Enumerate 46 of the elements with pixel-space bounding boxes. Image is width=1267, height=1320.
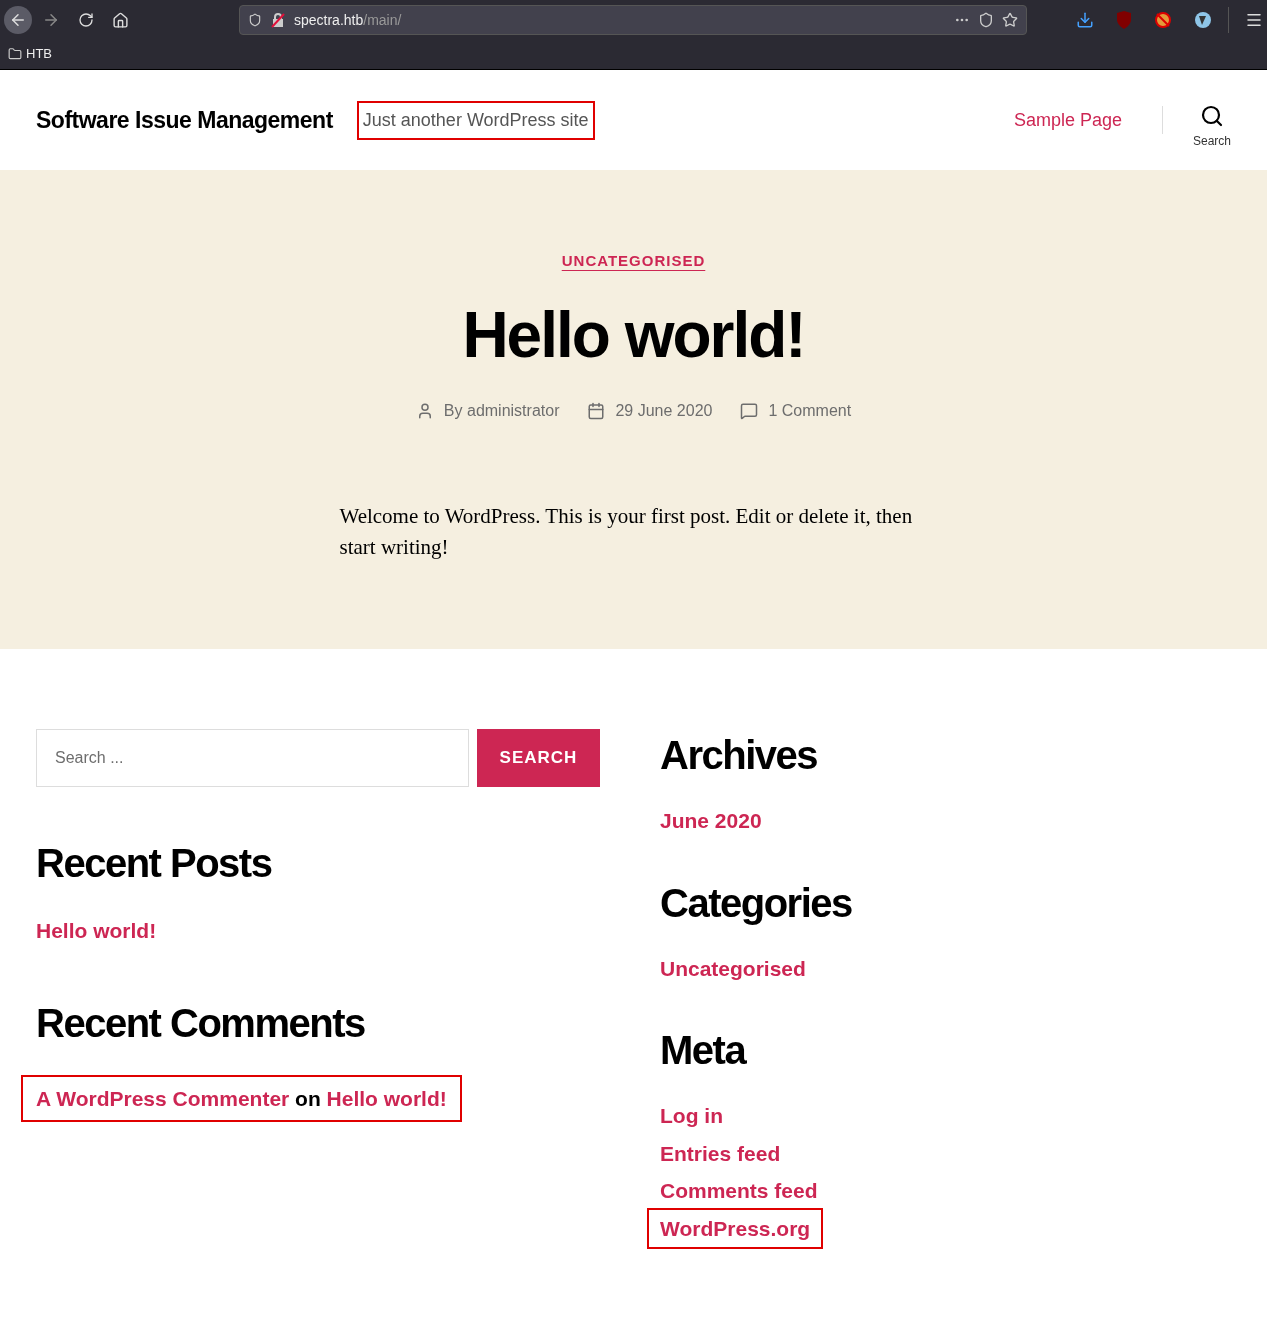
category-link[interactable]: UNCATEGORISED [561,250,706,273]
search-icon [1200,104,1224,128]
comment-icon [740,401,759,420]
post-body: Welcome to WordPress. This is your first post. Edit or delete it, then start writing! [339,502,914,561]
search-label: Search [1192,133,1231,150]
comments-link[interactable]: 1 Comment [768,398,852,423]
search-button[interactable]: SEARCH [477,729,600,787]
widget-title: Categories [660,879,853,927]
url-text: spectra.htb/main/ [294,10,402,30]
reload-icon[interactable] [78,12,94,28]
widget-link[interactable]: Entries feed [660,1137,781,1169]
site-tagline: Just another WordPress site [356,100,595,140]
comment-joiner: on [295,1086,321,1110]
search-field[interactable]: Search ... [36,729,469,787]
widget-title: Recent Comments [36,999,366,1047]
round-extension-icon[interactable] [1194,11,1212,29]
widget-link[interactable]: WordPress.org [647,1207,824,1249]
comment-author-link[interactable]: A WordPress Commenter [36,1086,290,1110]
date-link[interactable]: 29 June 2020 [615,398,713,423]
shield-icon [248,13,262,27]
comment-post-link[interactable]: Hello world! [326,1086,447,1110]
widget-link[interactable]: Hello world! [36,915,157,947]
star-icon[interactable] [1002,12,1018,28]
nav-link[interactable]: Sample Page [1013,106,1122,134]
widget-link[interactable]: Log in [660,1100,723,1132]
post-title: Hello world! [462,297,805,373]
widget-title: Meta [660,1027,747,1074]
folder-icon [8,47,22,61]
bookmark-item[interactable]: HTB [8,44,52,64]
insecure-lock-icon [270,12,286,28]
site-title[interactable]: Software Issue Management [36,102,333,138]
calendar-icon [587,401,606,420]
widget-title: Recent Posts [36,840,273,887]
author-link[interactable]: By administrator [443,398,560,423]
widget-link[interactable]: Comments feed [660,1175,818,1207]
forward-icon[interactable] [42,11,60,29]
address-bar[interactable]: spectra.htb/main/ [239,5,1027,35]
download-icon[interactable] [1076,11,1094,29]
home-icon[interactable] [112,11,129,29]
widget-title: Archives [660,732,818,779]
back-button[interactable] [4,6,32,34]
menu-icon[interactable] [1245,11,1263,29]
widget-link[interactable]: Uncategorised [660,952,806,984]
widget-link[interactable]: June 2020 [660,805,762,837]
blocked-extension-icon[interactable] [1154,11,1172,29]
search-toggle[interactable]: Search [1192,104,1231,150]
